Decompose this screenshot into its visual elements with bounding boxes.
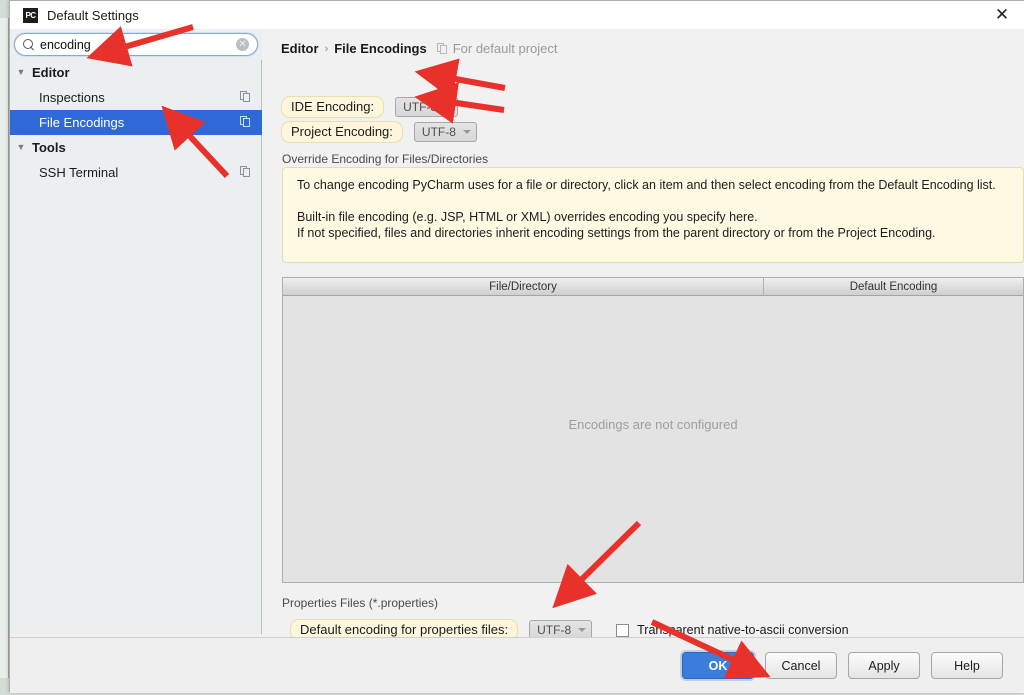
ide-encoding-dropdown[interactable]: UTF-8 <box>395 97 459 117</box>
background-left-column <box>0 18 9 678</box>
ok-button[interactable]: OK <box>682 652 754 679</box>
sidebar-item-ssh-terminal[interactable]: SSH Terminal <box>10 160 262 185</box>
breadcrumb-current: File Encodings <box>334 41 427 56</box>
table-body: Encodings are not configured <box>283 296 1023 582</box>
help-button[interactable]: Help <box>931 652 1003 679</box>
sidebar-item-editor[interactable]: ▼ Editor <box>10 60 262 85</box>
sidebar-item-label: File Encodings <box>39 115 125 130</box>
project-encoding-label: Project Encoding: <box>281 121 403 143</box>
copy-icon <box>436 42 448 55</box>
dialog-button-row: OK Cancel Apply Help <box>682 652 1003 679</box>
column-header-default-encoding[interactable]: Default Encoding <box>764 278 1023 296</box>
table-empty-message: Encodings are not configured <box>568 416 738 432</box>
copy-icon[interactable] <box>240 166 251 178</box>
breadcrumb: Editor › File Encodings For default proj… <box>281 41 557 56</box>
sidebar-item-label: SSH Terminal <box>39 165 119 180</box>
project-encoding-row: Project Encoding: UTF-8 <box>281 121 477 143</box>
info-line-1: To change encoding PyCharm uses for a fi… <box>297 178 996 192</box>
search-icon <box>23 38 35 51</box>
native-to-ascii-label: Transparent native-to-ascii conversion <box>637 623 849 637</box>
search-container: encoding ✕ <box>10 29 262 60</box>
project-encoding-dropdown[interactable]: UTF-8 <box>413 122 477 142</box>
chevron-down-icon <box>444 105 453 109</box>
close-icon[interactable]: ✕ <box>979 1 1024 29</box>
table-header: File/Directory Default Encoding <box>283 278 1023 296</box>
pycharm-logo-icon: PC <box>23 7 38 23</box>
chevron-down-icon <box>578 628 587 632</box>
settings-tree: ▼ Editor Inspections File Encodings ▼ To… <box>10 60 262 185</box>
dialog-titlebar: PC Default Settings ✕ <box>10 1 1024 29</box>
project-encoding-value: UTF-8 <box>421 125 456 139</box>
clear-icon[interactable]: ✕ <box>236 38 249 51</box>
native-to-ascii-checkbox-row[interactable]: Transparent native-to-ascii conversion <box>616 623 849 637</box>
properties-section-title: Properties Files (*.properties) <box>282 596 439 610</box>
sidebar-item-label: Inspections <box>39 90 105 105</box>
sidebar-item-label: Tools <box>32 140 66 155</box>
chevron-down-icon[interactable]: ▼ <box>10 60 32 85</box>
ide-encoding-row: IDE Encoding: UTF-8 <box>281 96 459 118</box>
breadcrumb-note: For default project <box>452 41 558 56</box>
copy-icon[interactable] <box>240 91 251 103</box>
cancel-button[interactable]: Cancel <box>765 652 837 679</box>
column-header-file-directory[interactable]: File/Directory <box>283 278 764 296</box>
ide-encoding-label: IDE Encoding: <box>281 96 385 118</box>
apply-button[interactable]: Apply <box>848 652 920 679</box>
info-panel: To change encoding PyCharm uses for a fi… <box>282 167 1024 263</box>
sidebar-item-file-encodings[interactable]: File Encodings <box>10 110 262 135</box>
chevron-down-icon[interactable]: ▼ <box>10 135 32 160</box>
sidebar-item-inspections[interactable]: Inspections <box>10 85 262 110</box>
sidebar-item-tools[interactable]: ▼ Tools <box>10 135 262 160</box>
breadcrumb-parent[interactable]: Editor <box>281 41 319 56</box>
screen: PC Default Settings ✕ encoding ✕ ▼ Edito… <box>0 0 1024 695</box>
dialog-content: encoding ✕ ▼ Editor Inspections File Enc… <box>10 29 1024 641</box>
ide-encoding-value: UTF-8 <box>403 100 438 114</box>
encodings-table[interactable]: File/Directory Default Encoding Encoding… <box>282 277 1024 583</box>
override-section-title: Override Encoding for Files/Directories <box>282 152 489 166</box>
dialog-title: Default Settings <box>47 7 139 23</box>
dialog-footer: OK Cancel Apply Help <box>10 637 1024 693</box>
native-to-ascii-checkbox[interactable] <box>616 623 630 637</box>
copy-icon[interactable] <box>240 116 251 128</box>
chevron-down-icon <box>462 130 471 134</box>
search-input[interactable]: encoding ✕ <box>14 33 258 56</box>
settings-sidebar: encoding ✕ ▼ Editor Inspections File Enc… <box>10 29 262 634</box>
sidebar-item-label: Editor <box>32 65 70 80</box>
default-settings-dialog: PC Default Settings ✕ encoding ✕ ▼ Edito… <box>9 0 1024 693</box>
breadcrumb-separator-icon: › <box>324 42 329 55</box>
info-line-2: Built-in file encoding (e.g. JSP, HTML o… <box>297 210 758 224</box>
properties-encoding-value: UTF-8 <box>537 623 572 637</box>
info-line-3: If not specified, files and directories … <box>297 226 936 240</box>
search-value: encoding <box>40 37 91 52</box>
